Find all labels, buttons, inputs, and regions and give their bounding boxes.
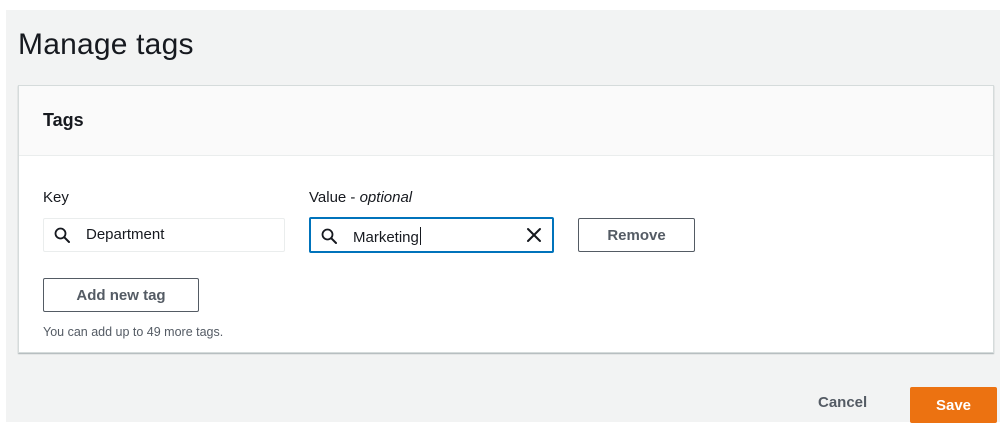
tag-limit-hint: You can add up to 49 more tags. bbox=[43, 325, 224, 339]
save-button[interactable]: Save bbox=[910, 387, 997, 423]
text-cursor bbox=[419, 227, 421, 245]
search-icon bbox=[54, 227, 70, 243]
remove-tag-button[interactable]: Remove bbox=[578, 218, 695, 252]
value-label: Value - optional bbox=[309, 189, 412, 206]
page-title: Manage tags bbox=[18, 28, 194, 61]
value-label-main: Value - bbox=[309, 189, 360, 206]
panel-header: Tags bbox=[19, 86, 993, 156]
panel-title: Tags bbox=[43, 110, 84, 130]
key-input[interactable]: Department bbox=[43, 218, 285, 252]
page-container: Manage tags Tags Key Value - optional De… bbox=[6, 10, 1000, 423]
key-input-value: Department bbox=[86, 226, 165, 243]
tags-panel: Tags Key Value - optional Department Mar… bbox=[18, 85, 994, 353]
add-new-tag-button[interactable]: Add new tag bbox=[43, 278, 199, 312]
value-input-text: Marketing bbox=[353, 229, 419, 246]
close-icon[interactable] bbox=[526, 227, 542, 243]
value-input-value: Marketing bbox=[353, 227, 421, 246]
search-icon bbox=[321, 228, 337, 244]
key-label: Key bbox=[43, 189, 69, 206]
value-label-optional: optional bbox=[359, 189, 413, 206]
cancel-button[interactable]: Cancel bbox=[818, 394, 867, 411]
value-input[interactable]: Marketing bbox=[309, 217, 554, 253]
